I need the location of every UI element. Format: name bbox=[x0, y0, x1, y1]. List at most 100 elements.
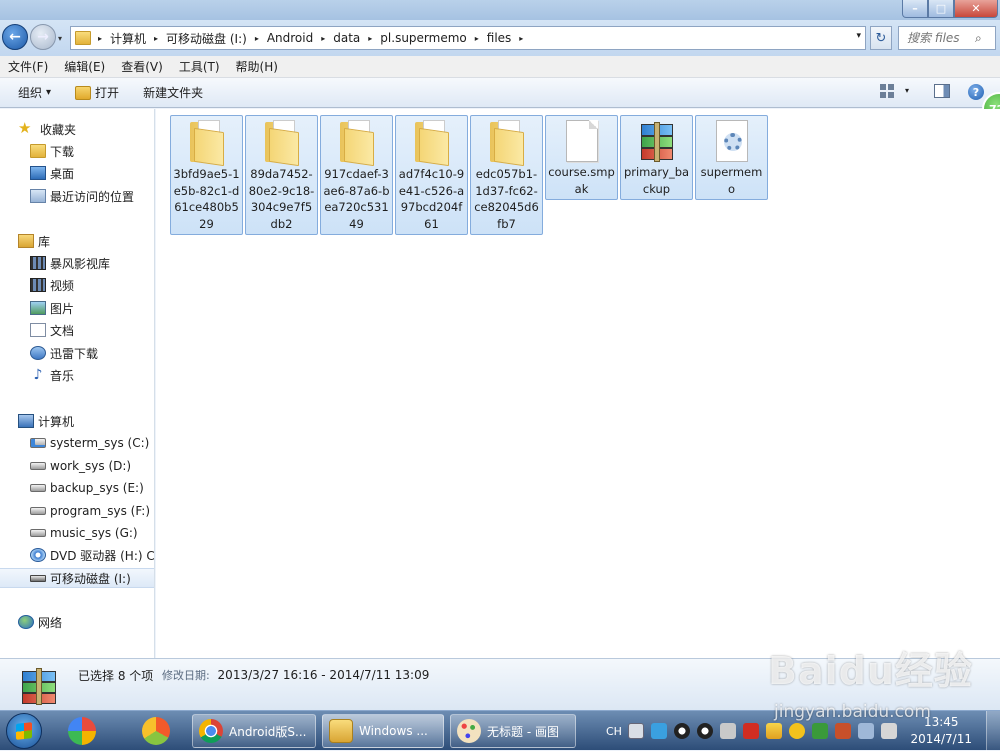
search-box[interactable]: ⌕ bbox=[898, 26, 996, 50]
power-icon[interactable] bbox=[880, 723, 897, 739]
nav-item-downloads[interactable]: 下载 bbox=[0, 141, 154, 161]
hard-drive-icon bbox=[30, 529, 46, 537]
refresh-button[interactable]: ↻ bbox=[870, 26, 892, 50]
organize-label: 组织 bbox=[18, 86, 43, 100]
pinned-app-1[interactable] bbox=[58, 714, 106, 748]
file-item-supermemo[interactable]: supermemo bbox=[695, 115, 768, 200]
breadcrumb-removable-disk[interactable]: 可移动磁盘 (I:) bbox=[161, 30, 252, 47]
address-bar[interactable]: ▸ 计算机 ▸ 可移动磁盘 (I:) ▸ Android ▸ data ▸ pl… bbox=[70, 26, 866, 50]
breadcrumb-separator[interactable]: ▸ bbox=[252, 34, 262, 43]
nav-item-thunder-downloads[interactable]: 迅雷下载 bbox=[0, 343, 154, 363]
nav-drive-d[interactable]: work_sys (D:) bbox=[0, 456, 154, 476]
nav-network[interactable]: 网络 bbox=[0, 612, 154, 632]
nav-item-desktop[interactable]: 桌面 bbox=[0, 163, 154, 183]
network-icon[interactable] bbox=[857, 723, 874, 739]
breadcrumb-separator[interactable]: ▸ bbox=[472, 34, 482, 43]
add-icon[interactable] bbox=[788, 723, 805, 739]
music-note-icon: ♪ bbox=[33, 367, 43, 383]
speaker-icon[interactable] bbox=[719, 723, 736, 739]
start-button[interactable] bbox=[6, 713, 42, 749]
selection-count: 已选择 8 个项 bbox=[78, 669, 154, 683]
clock[interactable]: 13:45 2014/7/11 bbox=[910, 714, 972, 748]
nav-item-music[interactable]: ♪ 音乐 bbox=[0, 365, 154, 385]
breadcrumb-android[interactable]: Android bbox=[262, 31, 318, 45]
breadcrumb-supermemo[interactable]: pl.supermemo bbox=[375, 31, 471, 45]
nav-item-videos[interactable]: 视频 bbox=[0, 275, 154, 295]
menu-help[interactable]: 帮助(H) bbox=[228, 58, 286, 75]
qq-penguin-icon[interactable] bbox=[673, 723, 690, 739]
error-icon[interactable] bbox=[742, 723, 759, 739]
breadcrumb-data[interactable]: data bbox=[328, 31, 365, 45]
security-shield-icon[interactable] bbox=[765, 723, 782, 739]
file-list[interactable]: 3bfd9ae5-1e5b-82c1-d61ce480b529 89da7452… bbox=[156, 109, 1000, 658]
file-item-folder[interactable]: ad7f4c10-9e41-c526-a97bcd204f61 bbox=[395, 115, 468, 235]
pinned-app-2[interactable] bbox=[132, 714, 180, 748]
nav-item-recent-places[interactable]: 最近访问的位置 bbox=[0, 186, 154, 206]
back-button[interactable]: ← bbox=[2, 24, 28, 50]
file-item-primary-backup[interactable]: primary_backup bbox=[620, 115, 693, 200]
file-item-folder[interactable]: 89da7452-80e2-9c18-304c9e7f5db2 bbox=[245, 115, 318, 235]
nav-item-pictures[interactable]: 图片 bbox=[0, 298, 154, 318]
qq-penguin-icon[interactable] bbox=[696, 723, 713, 739]
open-folder-icon bbox=[75, 85, 92, 100]
nav-item-label: 音乐 bbox=[50, 368, 75, 383]
taskbar-item-paint[interactable]: 无标题 - 画图 bbox=[450, 714, 576, 748]
nav-libraries-label: 库 bbox=[38, 234, 51, 249]
file-name: course.smpak bbox=[548, 165, 615, 196]
antivirus-icon[interactable] bbox=[811, 723, 828, 739]
search-icon[interactable]: ⌕ bbox=[975, 31, 982, 46]
breadcrumb-separator[interactable]: ▸ bbox=[95, 34, 105, 43]
breadcrumb-files[interactable]: files bbox=[482, 31, 517, 45]
thunder-download-icon bbox=[30, 346, 46, 360]
nav-favorites[interactable]: ★ 收藏夹 bbox=[0, 119, 154, 139]
nav-item-label: 迅雷下载 bbox=[50, 346, 99, 361]
show-desktop-button[interactable] bbox=[986, 711, 1000, 751]
minimize-button[interactable]: – bbox=[902, 0, 928, 18]
organize-button[interactable]: 组织 ▾ bbox=[0, 84, 63, 101]
nav-item-label: 可移动磁盘 (I:) bbox=[50, 571, 131, 586]
nav-drive-f[interactable]: program_sys (F:) bbox=[0, 501, 154, 521]
preview-pane-icon[interactable] bbox=[934, 84, 950, 98]
breadcrumb-computer[interactable]: 计算机 bbox=[105, 30, 151, 47]
breadcrumb-separator[interactable]: ▸ bbox=[365, 34, 375, 43]
search-input[interactable] bbox=[905, 30, 975, 46]
keyboard-icon[interactable] bbox=[627, 723, 644, 739]
menu-file[interactable]: 文件(F) bbox=[0, 58, 56, 75]
recent-pages-dropdown[interactable]: ▾ bbox=[58, 34, 62, 43]
help-icon[interactable]: ? bbox=[968, 84, 984, 100]
file-item-folder[interactable]: edc057b1-1d37-fc62-ce82045d6fb7 bbox=[470, 115, 543, 235]
change-view-icon[interactable] bbox=[880, 84, 894, 98]
close-button[interactable]: ✕ bbox=[954, 0, 998, 18]
nav-libraries[interactable]: 库 bbox=[0, 231, 154, 251]
maximize-button[interactable]: □ bbox=[928, 0, 954, 18]
breadcrumb-separator[interactable]: ▸ bbox=[516, 34, 526, 43]
file-item-folder[interactable]: 3bfd9ae5-1e5b-82c1-d61ce480b529 bbox=[170, 115, 243, 235]
menu-tools[interactable]: 工具(T) bbox=[171, 58, 228, 75]
forward-button[interactable]: → bbox=[30, 24, 56, 50]
breadcrumb-separator[interactable]: ▸ bbox=[318, 34, 328, 43]
app-icon bbox=[68, 717, 96, 745]
screenshot-tool-icon[interactable] bbox=[650, 723, 667, 739]
nav-drive-i[interactable]: 可移动磁盘 (I:) bbox=[0, 568, 154, 588]
nav-drive-g[interactable]: music_sys (G:) bbox=[0, 523, 154, 543]
new-folder-button[interactable]: 新建文件夹 bbox=[131, 84, 215, 101]
nav-computer[interactable]: 计算机 bbox=[0, 411, 154, 431]
nav-item-documents[interactable]: 文档 bbox=[0, 320, 154, 340]
open-button[interactable]: 打开 bbox=[63, 84, 131, 101]
nav-drive-h[interactable]: DVD 驱动器 (H:) CD bbox=[0, 545, 154, 565]
nav-drive-c[interactable]: systerm_sys (C:) bbox=[0, 433, 154, 453]
file-item-course-smpak[interactable]: course.smpak bbox=[545, 115, 618, 200]
nav-item-baofeng-library[interactable]: 暴风影视库 bbox=[0, 253, 154, 273]
taskbar-item-chrome[interactable]: Android版S... bbox=[192, 714, 316, 748]
breadcrumb-separator[interactable]: ▸ bbox=[151, 34, 161, 43]
network-warning-icon[interactable] bbox=[834, 723, 851, 739]
menu-edit[interactable]: 编辑(E) bbox=[56, 58, 113, 75]
file-item-folder[interactable]: 917cdaef-3ae6-87a6-bea720c53149 bbox=[320, 115, 393, 235]
language-indicator[interactable]: CH bbox=[606, 725, 622, 738]
nav-drive-e[interactable]: backup_sys (E:) bbox=[0, 478, 154, 498]
file-name: 89da7452-80e2-9c18-304c9e7f5db2 bbox=[248, 167, 315, 231]
taskbar-item-explorer[interactable]: Windows ... bbox=[322, 714, 444, 748]
address-history-dropdown[interactable]: ▾ bbox=[856, 31, 861, 41]
menu-view[interactable]: 查看(V) bbox=[113, 58, 171, 75]
view-options-dropdown[interactable]: ▾ bbox=[905, 86, 909, 95]
